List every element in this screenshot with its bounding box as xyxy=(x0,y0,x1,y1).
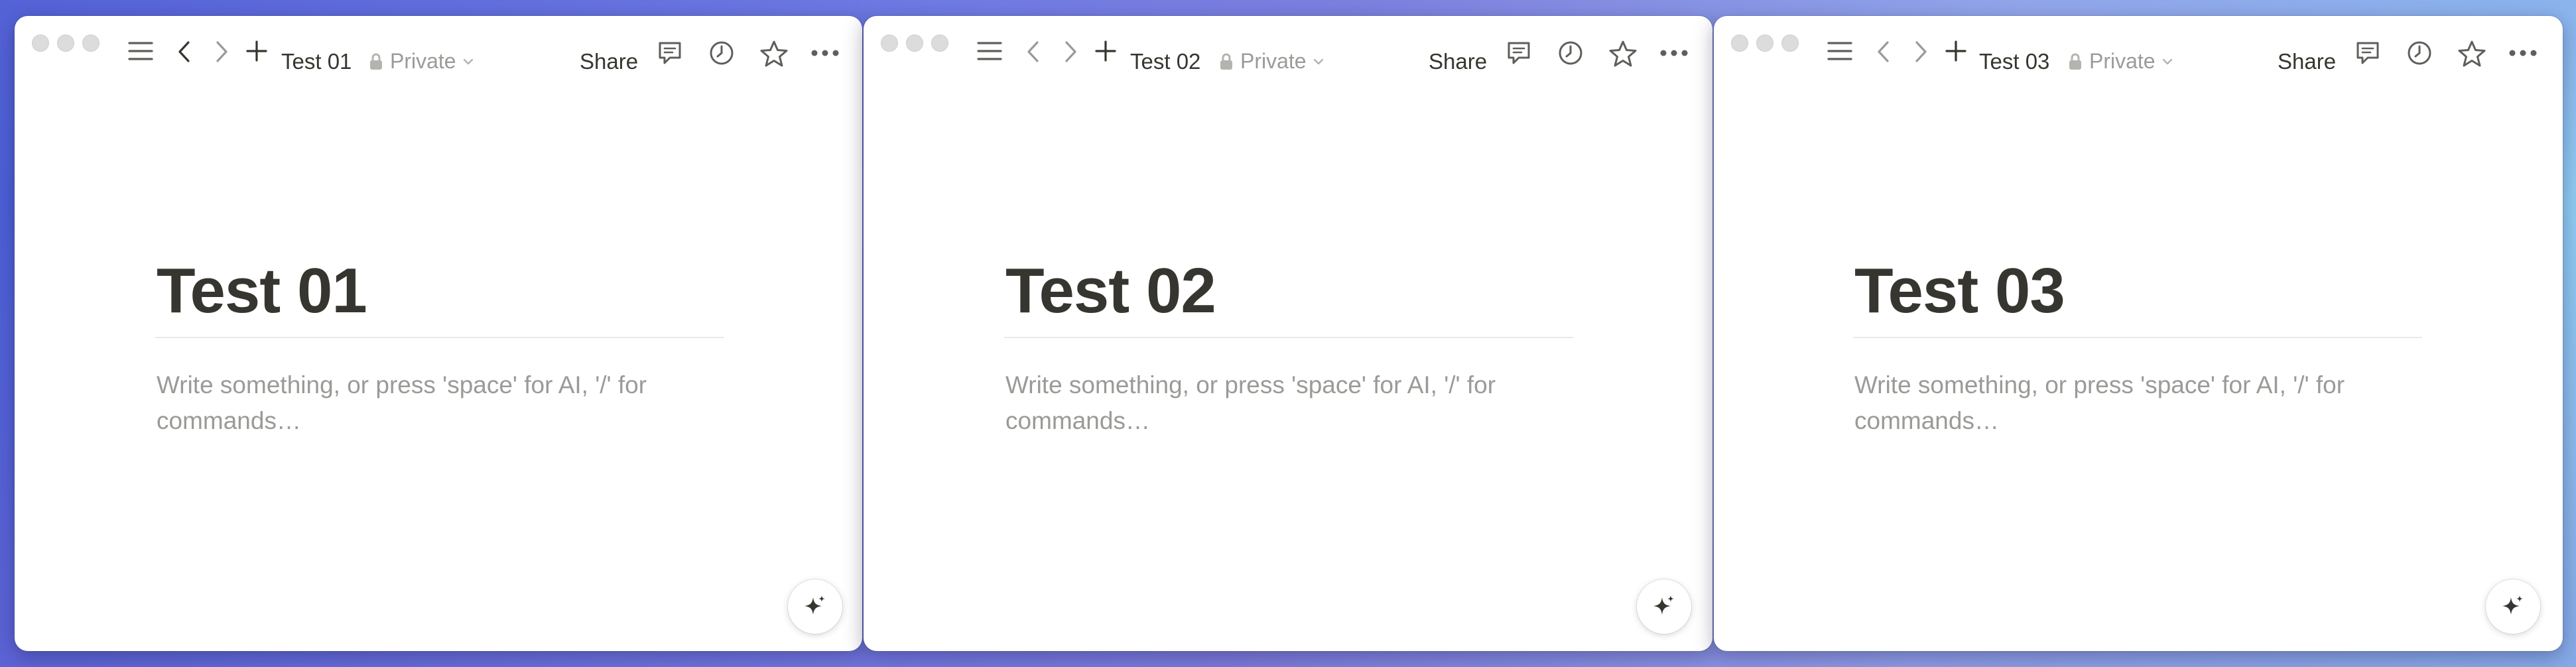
chevron-left-icon[interactable] xyxy=(1876,40,1892,64)
privacy-dropdown[interactable]: Private xyxy=(369,49,474,74)
maximize-window-button[interactable] xyxy=(82,34,99,52)
close-window-button[interactable] xyxy=(1731,34,1748,52)
privacy-dropdown[interactable]: Private xyxy=(1219,49,1324,74)
minimize-window-button[interactable] xyxy=(1756,34,1773,52)
lock-icon xyxy=(370,53,382,70)
share-button[interactable]: Share xyxy=(2278,49,2336,74)
titlebar: Test 02 Private Share xyxy=(864,16,1712,80)
editor-placeholder[interactable]: Write something, or press 'space' for AI… xyxy=(157,367,727,439)
hamburger-menu-icon[interactable] xyxy=(127,40,154,62)
more-dots-icon[interactable] xyxy=(810,40,840,66)
chevron-right-icon[interactable] xyxy=(1913,40,1929,64)
privacy-label: Private xyxy=(2089,49,2156,73)
more-dots-icon[interactable] xyxy=(1659,40,1689,66)
editor-placeholder[interactable]: Write something, or press 'space' for AI… xyxy=(1005,367,1576,439)
chevron-right-icon[interactable] xyxy=(1063,40,1078,64)
ai-assistant-button[interactable] xyxy=(788,579,842,634)
window-test-02: Test 02 Private Share Test 02 Write some… xyxy=(864,16,1712,651)
star-icon[interactable] xyxy=(2458,40,2486,68)
title-divider xyxy=(1853,337,2422,338)
window-controls xyxy=(32,34,99,52)
title-divider xyxy=(1004,337,1573,338)
editor-placeholder[interactable]: Write something, or press 'space' for AI… xyxy=(1854,367,2425,439)
titlebar: Test 01 Private Share xyxy=(15,16,862,80)
window-test-01: Test 01 Private Share Test 01 Write some… xyxy=(15,16,862,651)
privacy-label: Private xyxy=(390,49,456,73)
breadcrumb-page-title[interactable]: Test 01 xyxy=(281,49,352,74)
maximize-window-button[interactable] xyxy=(1781,34,1799,52)
sparkle-icon xyxy=(2502,595,2523,615)
sparkle-icon xyxy=(1653,595,1674,615)
clock-icon[interactable] xyxy=(2406,40,2433,66)
comment-icon[interactable] xyxy=(657,40,683,66)
hamburger-menu-icon[interactable] xyxy=(976,40,1003,62)
chevron-right-icon[interactable] xyxy=(214,40,229,64)
window-test-03: Test 03 Private Share Test 03 Write some… xyxy=(1714,16,2563,651)
comment-icon[interactable] xyxy=(2354,40,2381,66)
clock-icon[interactable] xyxy=(708,40,735,66)
minimize-window-button[interactable] xyxy=(57,34,74,52)
star-icon[interactable] xyxy=(1609,40,1637,68)
ai-assistant-button[interactable] xyxy=(2486,579,2540,634)
star-icon[interactable] xyxy=(760,40,788,68)
privacy-dropdown[interactable]: Private xyxy=(2068,49,2173,74)
page-title[interactable]: Test 01 xyxy=(157,255,367,328)
hamburger-menu-icon[interactable] xyxy=(1827,40,1853,62)
privacy-label: Private xyxy=(1240,49,1307,73)
more-dots-icon[interactable] xyxy=(2508,40,2538,66)
share-button[interactable]: Share xyxy=(580,49,638,74)
plus-icon[interactable] xyxy=(1945,40,1967,62)
window-controls xyxy=(1731,34,1799,52)
breadcrumb-page-title[interactable]: Test 02 xyxy=(1130,49,1200,74)
plus-icon[interactable] xyxy=(245,40,268,62)
window-controls xyxy=(881,34,948,52)
chevron-left-icon[interactable] xyxy=(1025,40,1041,64)
ai-assistant-button[interactable] xyxy=(1637,579,1691,634)
page-title[interactable]: Test 03 xyxy=(1854,255,2065,328)
plus-icon[interactable] xyxy=(1094,40,1117,62)
lock-icon xyxy=(2069,53,2081,70)
page-title[interactable]: Test 02 xyxy=(1005,255,1216,328)
title-divider xyxy=(155,337,724,338)
lock-icon xyxy=(1220,53,1232,70)
close-window-button[interactable] xyxy=(32,34,49,52)
chevron-down-icon xyxy=(1313,58,1323,64)
chevron-down-icon xyxy=(463,58,473,64)
share-button[interactable]: Share xyxy=(1429,49,1487,74)
maximize-window-button[interactable] xyxy=(931,34,948,52)
titlebar: Test 03 Private Share xyxy=(1714,16,2563,80)
comment-icon[interactable] xyxy=(1506,40,1532,66)
chevron-down-icon xyxy=(2162,58,2172,64)
clock-icon[interactable] xyxy=(1557,40,1584,66)
sparkle-icon xyxy=(805,595,825,615)
close-window-button[interactable] xyxy=(881,34,898,52)
minimize-window-button[interactable] xyxy=(906,34,923,52)
breadcrumb-page-title[interactable]: Test 03 xyxy=(1979,49,2049,74)
chevron-left-icon[interactable] xyxy=(176,40,192,64)
